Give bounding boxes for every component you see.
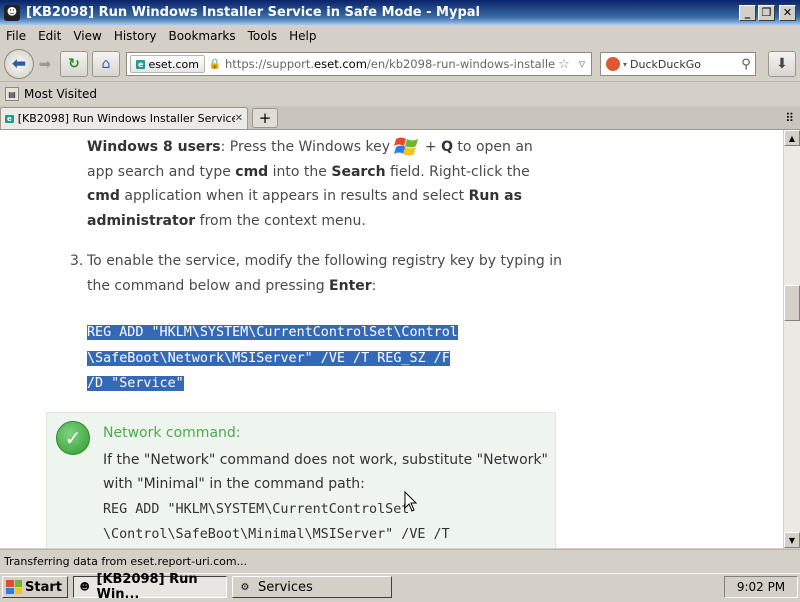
windows8-instructions: Windows 8 users: Press the Windows key +… xyxy=(87,135,562,233)
note-title: Network command: xyxy=(103,425,241,441)
step3-text: To enable the service, modify the follow… xyxy=(87,253,562,294)
site-badge-label: eset.com xyxy=(148,57,200,71)
search-engine-dropdown-icon[interactable]: ▾ xyxy=(623,60,627,69)
forward-button[interactable]: ➡ xyxy=(34,52,56,76)
back-arrow-icon: ⬅ xyxy=(11,54,27,74)
tab-close-icon[interactable]: ✕ xyxy=(235,113,243,124)
title-bar: ☻ [KB2098] Run Windows Installer Service… xyxy=(0,0,800,25)
close-button[interactable]: ✕ xyxy=(779,4,796,21)
back-button[interactable]: ⬅ xyxy=(4,49,34,79)
menu-file[interactable]: File xyxy=(0,29,32,43)
status-bar: Transferring data from eset.report-uri.c… xyxy=(0,549,800,573)
start-button[interactable]: Start xyxy=(2,576,68,598)
menu-view[interactable]: View xyxy=(67,29,107,43)
taskbar-item-label: [KB2098] Run Win... xyxy=(96,572,198,602)
window-title: [KB2098] Run Windows Installer Service i… xyxy=(26,5,480,20)
scroll-up-icon[interactable]: ▲ xyxy=(784,130,800,146)
status-text: Transferring data from eset.report-uri.c… xyxy=(4,555,248,568)
raccoon-app-icon: ☻ xyxy=(79,581,90,593)
restore-button[interactable]: ❐ xyxy=(758,4,775,21)
taskbar: Start ☻ [KB2098] Run Win... ⚙ Services 9… xyxy=(0,572,800,602)
scroll-thumb[interactable] xyxy=(784,285,800,321)
windows-logo-icon xyxy=(394,137,419,156)
tab-active[interactable]: e [KB2098] Run Windows Installer Service… xyxy=(0,107,248,129)
menu-history[interactable]: History xyxy=(108,29,163,43)
reload-icon: ↻ xyxy=(68,56,80,72)
taskbar-item-label: Services xyxy=(257,579,313,595)
reload-button[interactable]: ↻ xyxy=(60,51,88,77)
duckduckgo-icon[interactable] xyxy=(606,57,620,71)
menu-tools[interactable]: Tools xyxy=(242,29,284,43)
home-button[interactable]: ⌂ xyxy=(92,51,120,77)
url-dropdown-icon[interactable]: ▿ xyxy=(573,57,591,72)
search-input[interactable]: DuckDuckGo xyxy=(630,58,737,71)
menu-bookmarks[interactable]: Bookmarks xyxy=(163,29,242,43)
code-line[interactable]: \SafeBoot\Network\MSIServer" /VE /T REG_… xyxy=(87,350,450,366)
bookmark-star-icon[interactable]: ☆ xyxy=(555,57,573,72)
minimize-button[interactable]: _ xyxy=(739,4,756,21)
mouse-pointer-icon xyxy=(404,491,418,512)
search-icon[interactable]: ⚲ xyxy=(737,57,755,72)
bookmark-most-visited[interactable]: Most Visited xyxy=(24,87,97,101)
bookmarks-toolbar: ▤ Most Visited xyxy=(0,83,800,105)
code-line[interactable]: REG ADD "HKLM\SYSTEM\CurrentControlSet\C… xyxy=(87,325,458,340)
menu-edit[interactable]: Edit xyxy=(32,29,67,43)
forward-arrow-icon: ➡ xyxy=(38,55,52,73)
network-command-note: ✓ Network command: If the "Network" comm… xyxy=(46,412,556,548)
system-tray[interactable]: 9:02 PM xyxy=(724,576,798,598)
taskbar-item-services[interactable]: ⚙ Services xyxy=(231,576,392,598)
home-icon: ⌂ xyxy=(101,56,111,72)
url-text[interactable]: https://support.eset.com/en/kb2098-run-w… xyxy=(225,57,555,71)
taskbar-item-browser[interactable]: ☻ [KB2098] Run Win... xyxy=(72,572,227,602)
checkmark-icon: ✓ xyxy=(56,421,90,455)
navigation-toolbar: ⬅ ➡ ↻ ⌂ e eset.com 🔒 https://support.ese… xyxy=(0,47,800,82)
vertical-scrollbar[interactable]: ▲ ▼ xyxy=(783,130,800,548)
windows-flag-icon xyxy=(6,580,22,594)
list-all-tabs-icon[interactable]: ⠿ xyxy=(785,111,794,125)
note-code[interactable]: REG ADD "HKLM\SYSTEM\CurrentControlSet \… xyxy=(103,497,450,547)
registry-command-code[interactable]: REG ADD "HKLM\SYSTEM\CurrentControlSet\C… xyxy=(87,320,557,397)
download-arrow-icon: ⬇ xyxy=(776,56,788,72)
tab-favicon-icon: e xyxy=(5,114,14,123)
new-tab-button[interactable]: + xyxy=(252,108,278,128)
lock-icon[interactable]: 🔒 xyxy=(209,58,221,70)
menu-bar: File Edit View History Bookmarks Tools H… xyxy=(0,25,800,47)
bookmark-page-icon: ▤ xyxy=(5,87,19,101)
step-number: 3. xyxy=(70,253,84,269)
gears-icon: ⚙ xyxy=(240,581,250,593)
scroll-down-icon[interactable]: ▼ xyxy=(784,532,800,548)
tab-strip: e [KB2098] Run Windows Installer Service… xyxy=(0,106,800,130)
code-line[interactable]: /D "Service" xyxy=(87,376,184,391)
site-identity-badge[interactable]: e eset.com xyxy=(130,55,206,73)
clock[interactable]: 9:02 PM xyxy=(737,580,785,594)
downloads-button[interactable]: ⬇ xyxy=(768,51,796,77)
url-bar[interactable]: e eset.com 🔒 https://support.eset.com/en… xyxy=(126,52,592,76)
search-bar[interactable]: ▾ DuckDuckGo ⚲ xyxy=(600,52,756,76)
raccoon-app-icon[interactable]: ☻ xyxy=(4,4,20,21)
eset-favicon-icon: e xyxy=(136,59,146,69)
page-content: Windows 8 users: Press the Windows key +… xyxy=(0,130,783,548)
note-text: If the "Network" command does not work, … xyxy=(103,452,548,492)
start-label: Start xyxy=(25,579,62,595)
menu-help[interactable]: Help xyxy=(283,29,322,43)
tab-label: [KB2098] Run Windows Installer Service i… xyxy=(17,112,235,125)
